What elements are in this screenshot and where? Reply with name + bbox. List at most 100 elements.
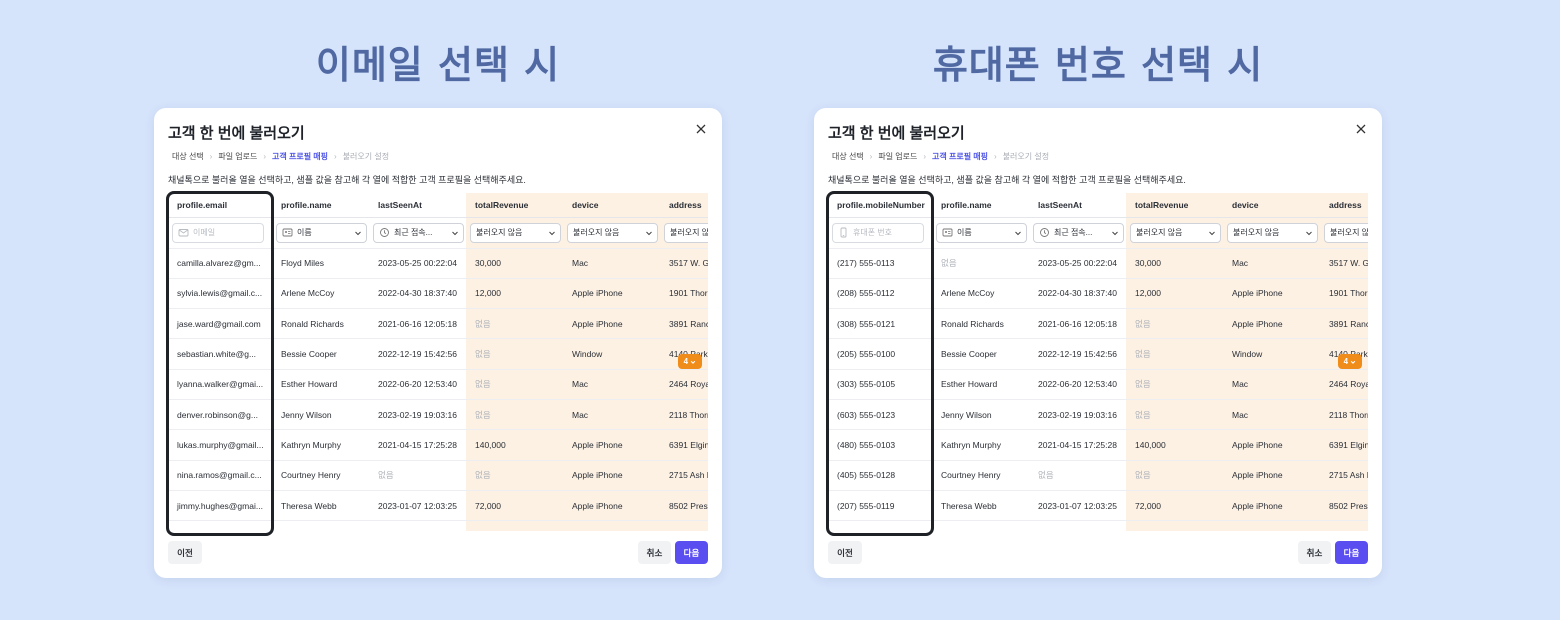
table-cell: 없음 [1029,460,1126,491]
prev-button[interactable]: 이전 [828,541,862,564]
profile-select-last-seen[interactable]: 최근 접속... [1033,222,1124,243]
select-label: 최근 접속... [394,228,433,237]
chevron-down-icon [548,229,556,237]
profile-select-address[interactable]: 불러오지 않음 [664,222,708,243]
modal-title: 고객 한 번에 불러오기 [828,125,965,142]
table-cell: 3517 W. Gra [660,248,708,279]
table-row: (308) 555-0121 Ronald Richards 2021-06-16 … [828,308,1368,340]
table-row: (480) 555-0103 Kathryn Murphy 2021-04-15 1… [828,429,1368,461]
first-column-input[interactable] [832,222,924,243]
table-cell: sebastian.white@g... [168,338,272,370]
table-cell: 2023-02-19 19:03:16 [369,399,466,431]
table-cell: (405) 555-0128 [828,460,932,491]
table-cell: 12,000 [1126,278,1223,310]
table-cell: 140,000 [1126,429,1223,461]
table-cell: Window [563,338,660,370]
table-cell: 30,000 [1126,248,1223,279]
mapping-cell: 불러오지 않음 [660,217,708,249]
prev-button[interactable]: 이전 [168,541,202,564]
profile-select-device[interactable]: 불러오지 않음 [1227,222,1318,243]
mapping-cell: 이름 [932,217,1029,249]
step-upload-file: 파일 업로드 [218,152,258,161]
mapping-cell: 불러오지 않음 [466,217,563,249]
stepper: 대상 선택 › 파일 업로드 › 고객 프로필 매핑 › 불러오기 설정 [832,151,1049,162]
table-cell: 2464 Royal [1320,369,1368,400]
import-modal: 고객 한 번에 불러오기 대상 선택 › 파일 업로드 › 고객 프로필 매핑 … [814,108,1382,578]
next-button[interactable]: 다음 [675,541,708,564]
table-cell: 6391 Elgin S [660,429,708,461]
table-cell: 1901 Thornri [1320,278,1368,310]
table-cell: Arlene McCoy [272,278,369,310]
table-cell: Mac [563,248,660,279]
table-cell: 없음 [1126,520,1223,531]
table-cell: Window [1223,520,1320,531]
step-profile-mapping: 고객 프로필 매핑 [272,152,329,161]
select-label: 불러오지 않음 [573,228,620,237]
column-header: profile.email [168,193,272,218]
table-cell: Mac [1223,248,1320,279]
column-header: lastSeenAt [369,193,466,218]
table-cell: 없음 [932,248,1029,279]
mapping-table-scroll[interactable]: profile.mobileNumber profile.name lastSe… [828,193,1368,531]
table-cell: 3517 W. Gra [1320,248,1368,279]
profile-select-total-revenue[interactable]: 불러오지 않음 [470,222,561,243]
table-cell: Mac [1223,369,1320,400]
table-row: (406) 555-0120Marvin Dell2022-05-28 04:1… [828,520,1368,531]
first-column-field[interactable] [853,228,923,237]
table-row: denver.robinson@g... Jenny Wilson 2023-02-… [168,399,708,431]
table-row: jimmy.hughes@gmai... Theresa Webb 2023-01-… [168,490,708,522]
table-cell: (217) 555-0113 [828,248,932,279]
table-cell: 3891 Ranch [660,308,708,340]
profile-select-name[interactable]: 이름 [276,222,367,243]
profile-select-device[interactable]: 불러오지 않음 [567,222,658,243]
table-cell: 없음 [369,460,466,491]
select-label: 최근 접속... [1054,228,1093,237]
first-column-field[interactable] [193,228,263,237]
table-row: nina.ramos@gmail.c... Courtney Henry 없음 없음 A… [168,460,708,491]
table-cell: Window [1223,338,1320,370]
hidden-columns-badge[interactable]: 4 [678,354,702,369]
mapping-table-scroll[interactable]: profile.email profile.name lastSeenAt to… [168,193,708,531]
table-cell: 1901 Thornri [660,278,708,310]
column-header: profile.name [272,193,369,218]
table-cell: lukas.murphy@gmail... [168,429,272,461]
profile-select-total-revenue[interactable]: 불러오지 않음 [1130,222,1221,243]
select-label: 불러오지 않음 [1233,228,1280,237]
first-column-input[interactable] [172,222,264,243]
cancel-button[interactable]: 취소 [638,541,671,564]
profile-select-name[interactable]: 이름 [936,222,1027,243]
table-cell: jimmy.hughes@gmai... [168,490,272,522]
profile-select-address[interactable]: 불러오지 않음 [1324,222,1368,243]
close-icon[interactable] [1354,122,1368,136]
table-row: (603) 555-0123 Jenny Wilson 2023-02-19 19:… [828,399,1368,431]
table-cell: Kathryn Murphy [932,429,1029,461]
next-button[interactable]: 다음 [1335,541,1368,564]
profile-select-last-seen[interactable]: 최근 접속... [373,222,464,243]
table-row: (303) 555-0105 Esther Howard 2022-06-20 12… [828,369,1368,400]
cancel-button[interactable]: 취소 [1298,541,1331,564]
chevron-right-icon: › [923,152,927,161]
table-cell: 72,000 [466,490,563,522]
table-cell: 2023-01-07 12:03:25 [369,490,466,522]
table-cell: 2022-05-28 04:16:09 [369,520,466,531]
column-header: address [660,193,708,218]
table-cell: Marvin Dell [272,520,369,531]
table-cell: Courtney Henry [272,460,369,491]
table-cell: 없음 [466,338,563,370]
table-cell: 3891 Ranch [1320,308,1368,340]
badge-count: 4 [683,357,689,366]
mapping-description: 채널톡으로 불러올 열을 선택하고, 샘플 값을 참고해 각 열에 적합한 고객… [168,175,526,185]
mapping-table: profile.mobileNumber profile.name lastSe… [828,193,1368,531]
table-cell: Apple iPhone [1223,308,1320,340]
table-cell: 없음 [466,520,563,531]
table-cell: Apple iPhone [563,308,660,340]
hidden-columns-badge[interactable]: 4 [1338,354,1362,369]
table-cell: Apple iPhone [563,460,660,491]
table-row: sebastian.white@g... Bessie Cooper 2022-12… [168,338,708,370]
table-row: camilla.alvarez@gm... Floyd Miles 2023-05-… [168,248,708,279]
table-cell: 2715 Ash Dr [1320,460,1368,491]
chevron-right-icon: › [334,152,337,161]
close-icon[interactable] [694,122,708,136]
table-cell: Jenny Wilson [932,399,1029,431]
mapping-select-row: 이름 최근 접속... [168,217,708,249]
